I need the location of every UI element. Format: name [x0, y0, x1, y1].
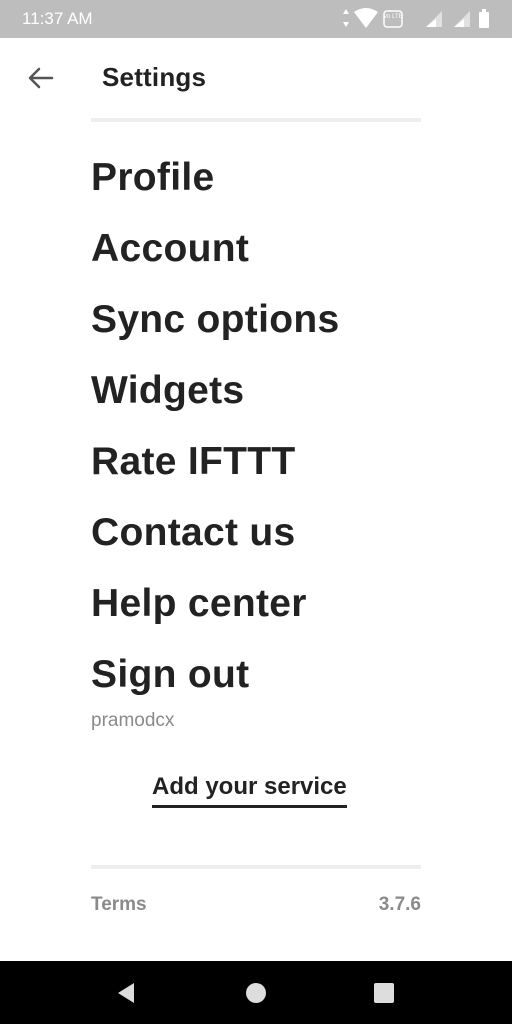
system-nav-bar	[0, 961, 512, 1024]
svg-text:Vo LTE: Vo LTE	[383, 14, 402, 20]
status-icons: Vo LTE	[342, 7, 492, 31]
home-circle-icon[interactable]	[242, 979, 270, 1007]
menu-item-rate-ifttt[interactable]: Rate IFTTT	[91, 426, 431, 497]
back-triangle-icon[interactable]	[112, 979, 140, 1007]
menu-item-sync-options[interactable]: Sync options	[91, 284, 431, 355]
signal-icon	[454, 11, 470, 27]
arrow-left-icon[interactable]	[24, 64, 56, 92]
recents-square-icon[interactable]	[370, 979, 398, 1007]
app-bar: Settings	[0, 38, 512, 120]
volte-icon: Vo LTE	[383, 10, 403, 28]
data-arrows-icon	[343, 9, 349, 27]
menu-item-account[interactable]: Account	[91, 213, 431, 284]
signed-in-username: pramodcx	[91, 710, 175, 731]
signal-icon	[426, 11, 442, 27]
divider	[91, 118, 421, 122]
add-your-service-link[interactable]: Add your service	[152, 773, 347, 808]
menu-item-help-center[interactable]: Help center	[91, 568, 431, 639]
battery-icon	[479, 9, 489, 28]
divider	[91, 865, 421, 869]
menu-item-profile[interactable]: Profile	[91, 142, 431, 213]
terms-link[interactable]: Terms	[91, 894, 147, 916]
menu-item-sign-out[interactable]: Sign out	[91, 639, 431, 710]
status-bar: 11:37 AM Vo LTE	[0, 0, 512, 38]
menu-item-widgets[interactable]: Widgets	[91, 355, 431, 426]
page-title: Settings	[102, 62, 207, 92]
settings-menu: Profile Account Sync options Widgets Rat…	[91, 142, 431, 710]
app-version: 3.7.6	[378, 894, 421, 915]
status-time: 11:37 AM	[22, 9, 93, 28]
menu-item-contact-us[interactable]: Contact us	[91, 497, 431, 568]
wifi-icon	[354, 8, 378, 28]
